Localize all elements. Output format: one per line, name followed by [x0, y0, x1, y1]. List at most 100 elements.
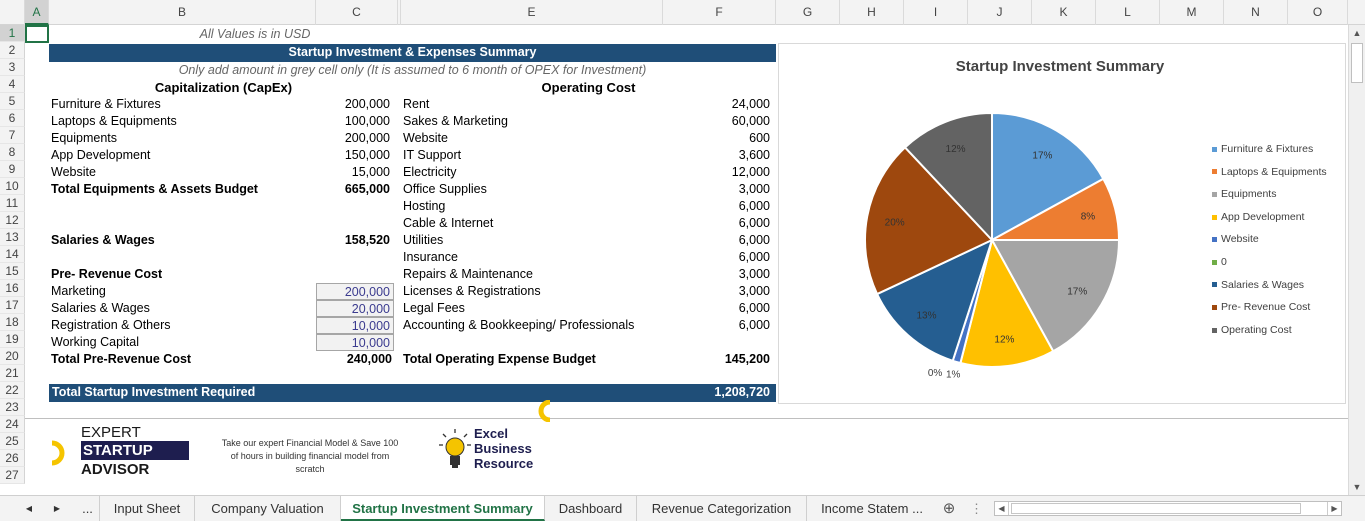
tab-income-statement[interactable]: Income Statem ...	[807, 496, 937, 521]
opex-value[interactable]: 6,000	[663, 198, 770, 215]
opex-value[interactable]: 6,000	[663, 317, 770, 334]
capex-value[interactable]: 15,000	[316, 164, 390, 181]
tab-dashboard[interactable]: Dashboard	[545, 496, 637, 521]
column-header-j[interactable]: J	[968, 0, 1032, 25]
opex-value[interactable]: 6,000	[663, 249, 770, 266]
horizontal-scrollbar[interactable]: ◀ ▶	[994, 501, 1342, 516]
row-header[interactable]: 27	[0, 467, 25, 484]
capex-total-value[interactable]: 665,000	[316, 181, 390, 198]
select-all-corner[interactable]	[0, 0, 25, 25]
capex-value[interactable]: 100,000	[316, 113, 390, 130]
add-sheet-icon[interactable]: ⊕	[938, 496, 960, 521]
vertical-scrollbar[interactable]: ▲ ▼	[1348, 25, 1365, 495]
row-header[interactable]: 19	[0, 331, 25, 348]
tab-options-icon[interactable]: ⋮	[970, 496, 983, 521]
row-header[interactable]: 16	[0, 280, 25, 297]
row-header[interactable]: 7	[0, 127, 25, 144]
opex-value[interactable]: 600	[663, 130, 770, 147]
column-header-i[interactable]: I	[904, 0, 968, 25]
row-header[interactable]: 20	[0, 348, 25, 365]
salaries-value[interactable]: 158,520	[316, 232, 390, 249]
column-header-n[interactable]: N	[1224, 0, 1288, 25]
row-header[interactable]: 4	[0, 76, 25, 93]
column-header-m[interactable]: M	[1160, 0, 1224, 25]
opex-value[interactable]: 3,000	[663, 181, 770, 198]
capex-value[interactable]: 150,000	[316, 147, 390, 164]
row-header[interactable]: 9	[0, 161, 25, 178]
row-header[interactable]: 11	[0, 195, 25, 212]
row-header[interactable]: 3	[0, 59, 25, 76]
column-header-c[interactable]: C	[316, 0, 398, 25]
opex-value[interactable]: 3,000	[663, 283, 770, 300]
column-header-l[interactable]: L	[1096, 0, 1160, 25]
hscroll-right-icon[interactable]: ▶	[1327, 502, 1341, 515]
row-header[interactable]: 22	[0, 382, 25, 399]
grand-total-value[interactable]: 1,208,720	[714, 384, 770, 401]
tab-company-valuation[interactable]: Company Valuation	[195, 496, 341, 521]
legend-entry[interactable]: Website	[1212, 233, 1259, 245]
row-header[interactable]: 14	[0, 246, 25, 263]
scroll-up-icon[interactable]: ▲	[1349, 25, 1365, 41]
prerevenue-input[interactable]: 200,000	[316, 283, 394, 300]
hscroll-left-icon[interactable]: ◀	[995, 502, 1009, 515]
active-cell-a1[interactable]	[25, 25, 49, 43]
capex-value[interactable]: 200,000	[316, 96, 390, 113]
row-header[interactable]: 23	[0, 399, 25, 416]
prerevenue-total-value[interactable]: 240,000	[316, 351, 392, 368]
legend-entry[interactable]: Equipments	[1212, 188, 1276, 200]
opex-value[interactable]: 6,000	[663, 215, 770, 232]
row-header[interactable]: 18	[0, 314, 25, 331]
opex-value[interactable]: 6,000	[663, 300, 770, 317]
prerevenue-input[interactable]: 10,000	[316, 334, 394, 351]
opex-value[interactable]: 3,600	[663, 147, 770, 164]
column-header-b[interactable]: B	[49, 0, 316, 25]
row-header[interactable]: 6	[0, 110, 25, 127]
tab-startup-investment-summary[interactable]: Startup Investment Summary	[341, 496, 545, 521]
row-header[interactable]: 1	[0, 25, 25, 42]
row-header[interactable]: 12	[0, 212, 25, 229]
row-header[interactable]: 15	[0, 263, 25, 280]
row-header[interactable]: 13	[0, 229, 25, 246]
legend-entry[interactable]: 0	[1212, 256, 1227, 268]
row-header[interactable]: 10	[0, 178, 25, 195]
scroll-thumb[interactable]	[1351, 43, 1363, 83]
legend-entry[interactable]: App Development	[1212, 211, 1304, 223]
column-header-h[interactable]: H	[840, 0, 904, 25]
row-header[interactable]: 24	[0, 416, 25, 433]
row-header[interactable]: 21	[0, 365, 25, 382]
legend-entry[interactable]: Laptops & Equipments	[1212, 166, 1327, 178]
tab-prev-icon[interactable]: ◀	[20, 496, 38, 521]
row-header[interactable]: 17	[0, 297, 25, 314]
row-header[interactable]: 26	[0, 450, 25, 467]
legend-entry[interactable]: Pre- Revenue Cost	[1212, 301, 1310, 313]
column-header-k[interactable]: K	[1032, 0, 1096, 25]
column-header-f[interactable]: F	[663, 0, 776, 25]
legend-entry[interactable]: Salaries & Wages	[1212, 279, 1304, 291]
column-header-e[interactable]: E	[401, 0, 663, 25]
row-header[interactable]: 25	[0, 433, 25, 450]
capex-value[interactable]: 200,000	[316, 130, 390, 147]
tab-more-button[interactable]: ...	[76, 496, 100, 521]
opex-value[interactable]: 3,000	[663, 266, 770, 283]
opex-total-value[interactable]: 145,200	[663, 351, 770, 368]
opex-value[interactable]: 24,000	[663, 96, 770, 113]
scroll-down-icon[interactable]: ▼	[1349, 479, 1365, 495]
tab-next-icon[interactable]: ▶	[48, 496, 66, 521]
prerevenue-input[interactable]: 20,000	[316, 300, 394, 317]
sheet-tab-bar: ◀ ▶ ... Input Sheet Company Valuation St…	[0, 495, 1365, 521]
opex-value[interactable]: 60,000	[663, 113, 770, 130]
column-header-g[interactable]: G	[776, 0, 840, 25]
opex-value[interactable]: 6,000	[663, 232, 770, 249]
column-header-a[interactable]: A	[25, 0, 49, 25]
hscroll-thumb[interactable]	[1011, 503, 1301, 514]
legend-entry[interactable]: Operating Cost	[1212, 324, 1292, 336]
row-header[interactable]: 2	[0, 42, 25, 59]
tab-input-sheet[interactable]: Input Sheet	[100, 496, 195, 521]
prerevenue-input[interactable]: 10,000	[316, 317, 394, 334]
legend-entry[interactable]: Furniture & Fixtures	[1212, 143, 1313, 155]
opex-value[interactable]: 12,000	[663, 164, 770, 181]
column-header-o[interactable]: O	[1288, 0, 1348, 25]
row-header[interactable]: 8	[0, 144, 25, 161]
tab-revenue-categorization[interactable]: Revenue Categorization	[637, 496, 807, 521]
row-header[interactable]: 5	[0, 93, 25, 110]
